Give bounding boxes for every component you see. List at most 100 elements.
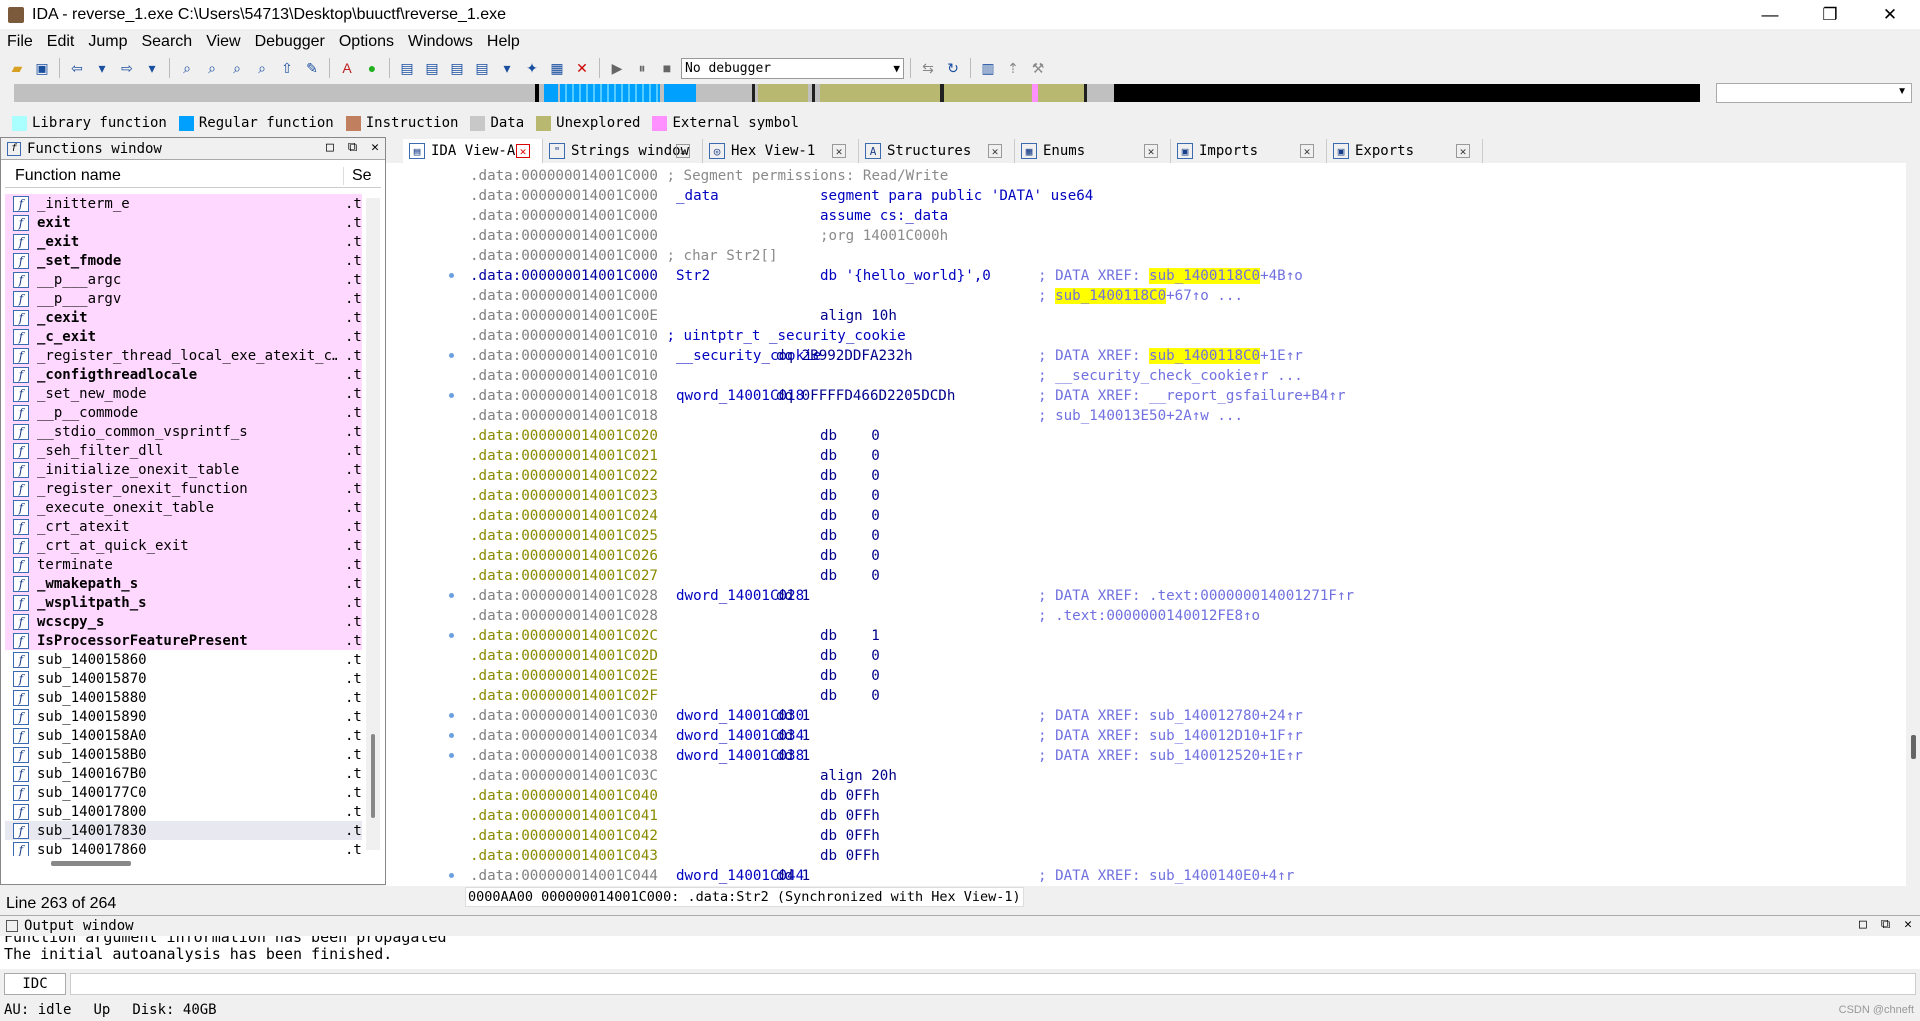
- listing-line[interactable]: .data:000000014001C000 ; sub_1400118C0+67…: [470, 286, 1890, 306]
- function-row[interactable]: f exit .t: [5, 213, 362, 232]
- function-row[interactable]: f _crt_at_quick_exit .t: [5, 536, 362, 555]
- menu-search[interactable]: Search: [134, 33, 199, 51]
- listing-line[interactable]: .data:000000014001C000 _data segment para …: [470, 186, 1890, 206]
- functions-column-header[interactable]: Function name Se: [5, 164, 381, 188]
- function-row[interactable]: f __p___argv .t: [5, 289, 362, 308]
- close-icon[interactable]: ✕: [832, 144, 846, 158]
- open-icon[interactable]: ▰: [6, 57, 28, 79]
- command-input[interactable]: [70, 973, 1916, 995]
- listing-line[interactable]: .data:000000014001C000 ;org 14001C000h: [470, 226, 1890, 246]
- function-row[interactable]: f _crt_atexit .t: [5, 517, 362, 536]
- function-row[interactable]: f sub_1400158A0 .t: [5, 726, 362, 745]
- listing-line[interactable]: .data:000000014001C010 ; __security_check…: [470, 366, 1890, 386]
- float-icon[interactable]: ⧉: [348, 140, 357, 155]
- listing-line[interactable]: .data:000000014001C018 ; sub_140013E50+2A…: [470, 406, 1890, 426]
- function-row[interactable]: f terminate .t: [5, 555, 362, 574]
- function-row[interactable]: f _register_onexit_function .t: [5, 479, 362, 498]
- menu-edit[interactable]: Edit: [40, 33, 82, 51]
- listing-line[interactable]: .data:000000014001C021 db 0: [470, 446, 1890, 466]
- close-icon[interactable]: ✕: [1300, 144, 1314, 158]
- listing-line[interactable]: .data:000000014001C00E align 10h: [470, 306, 1890, 326]
- function-row[interactable]: f _exit .t: [5, 232, 362, 251]
- dropdown-icon[interactable]: ▾: [91, 57, 113, 79]
- function-row[interactable]: f wcscpy_s .t: [5, 612, 362, 631]
- listing-line[interactable]: .data:000000014001C010 __security_cookie d…: [470, 346, 1890, 366]
- close-icon[interactable]: ✕: [516, 144, 530, 158]
- data-icon[interactable]: ▤: [421, 57, 443, 79]
- listing-line[interactable]: .data:000000014001C041 db 0FFh: [470, 806, 1890, 826]
- function-row[interactable]: f sub_140017860 .t: [5, 840, 362, 856]
- function-row[interactable]: f _wmakepath_s .t: [5, 574, 362, 593]
- functions-scrollbar[interactable]: [366, 198, 380, 850]
- tab-hex-view-1[interactable]: ◎ Hex View-1 ✕: [703, 139, 859, 163]
- refresh-icon[interactable]: ↻: [942, 57, 964, 79]
- navigation-band[interactable]: [14, 84, 1700, 102]
- close-icon[interactable]: ✕: [676, 144, 690, 158]
- listing-line[interactable]: .data:000000014001C023 db 0: [470, 486, 1890, 506]
- ida-view-scrollbar[interactable]: [1906, 163, 1920, 886]
- listing-line[interactable]: .data:000000014001C040 db 0FFh: [470, 786, 1890, 806]
- maximize-button[interactable]: ❐: [1800, 0, 1860, 29]
- col-function-name[interactable]: Function name: [15, 167, 121, 185]
- function-row[interactable]: f IsProcessorFeaturePresent .t: [5, 631, 362, 650]
- listing-line[interactable]: .data:000000014001C000 assume cs:_data: [470, 206, 1890, 226]
- function-icon[interactable]: ✦: [521, 57, 543, 79]
- function-row[interactable]: f _set_fmode .t: [5, 251, 362, 270]
- listing-line[interactable]: .data:000000014001C02E db 0: [470, 666, 1890, 686]
- menu-view[interactable]: View: [199, 33, 247, 51]
- struct-icon[interactable]: ▤: [446, 57, 468, 79]
- function-row[interactable]: f sub_1400158B0 .t: [5, 745, 362, 764]
- nav-combo[interactable]: ▼: [1716, 83, 1912, 103]
- listing-line[interactable]: .data:000000014001C000 Str2 db '{hello_wor…: [470, 266, 1890, 286]
- listing-line[interactable]: .data:000000014001C03C align 20h: [470, 766, 1890, 786]
- graph-icon[interactable]: ▦: [546, 57, 568, 79]
- listing-line[interactable]: .data:000000014001C024 db 0: [470, 506, 1890, 526]
- function-row[interactable]: f sub_140015870 .t: [5, 669, 362, 688]
- binoculars-icon[interactable]: ⌕: [176, 57, 198, 79]
- back-icon[interactable]: ⇦: [66, 57, 88, 79]
- xref-highlight[interactable]: sub_1400118C0: [1149, 268, 1261, 284]
- function-row[interactable]: f _seh_filter_dll .t: [5, 441, 362, 460]
- restore-icon[interactable]: □: [1859, 917, 1867, 932]
- function-row[interactable]: f sub_140015860 .t: [5, 650, 362, 669]
- functions-hscrollbar[interactable]: [51, 861, 131, 866]
- tab-ida-view-a[interactable]: ▤ IDA View-A ✕: [403, 139, 543, 163]
- dropdown-icon[interactable]: ▾: [496, 57, 518, 79]
- close-icon[interactable]: ✕: [988, 144, 1002, 158]
- listing-line[interactable]: .data:000000014001C043 db 0FFh: [470, 846, 1890, 866]
- function-row[interactable]: f sub_140017830 .t: [5, 821, 362, 840]
- array-icon[interactable]: ▤: [471, 57, 493, 79]
- close-icon[interactable]: ✕: [371, 140, 379, 155]
- xref-highlight[interactable]: sub_1400118C0: [1055, 288, 1167, 304]
- attach-icon[interactable]: ⇆: [917, 57, 939, 79]
- listing-line[interactable]: .data:000000014001C02C db 1: [470, 626, 1890, 646]
- listing-line[interactable]: .data:000000014001C02F db 0: [470, 686, 1890, 706]
- function-row[interactable]: f _wsplitpath_s .t: [5, 593, 362, 612]
- ida-view-a[interactable]: .data:000000014001C000 ; Segment permiss…: [386, 163, 1906, 886]
- debugger-select[interactable]: No debugger ▼: [681, 57, 904, 79]
- listing-line[interactable]: .data:000000014001C022 db 0: [470, 466, 1890, 486]
- function-row[interactable]: f sub_1400177C0 .t: [5, 783, 362, 802]
- listing-line[interactable]: .data:000000014001C020 db 0: [470, 426, 1890, 446]
- function-row[interactable]: f _cexit .t: [5, 308, 362, 327]
- undefine-icon[interactable]: ✕: [571, 57, 593, 79]
- line-label[interactable]: _data: [676, 186, 719, 206]
- listing-line[interactable]: .data:000000014001C010 ; uintptr_t _secu…: [470, 326, 1890, 346]
- menu-jump[interactable]: Jump: [81, 33, 134, 51]
- xref-highlight[interactable]: sub_1400118C0: [1149, 348, 1261, 364]
- idc-button[interactable]: IDC: [4, 973, 66, 995]
- listing-line[interactable]: .data:000000014001C028 dword_14001C028 dd …: [470, 586, 1890, 606]
- listing-line[interactable]: .data:000000014001C044 dword_14001C044 dd …: [470, 866, 1890, 886]
- restore-icon[interactable]: □: [326, 140, 334, 155]
- listing-line[interactable]: .data:000000014001C027 db 0: [470, 566, 1890, 586]
- function-row[interactable]: f _initterm_e .t: [5, 194, 362, 213]
- function-row[interactable]: f __p__commode .t: [5, 403, 362, 422]
- menu-windows[interactable]: Windows: [401, 33, 480, 51]
- function-row[interactable]: f _c_exit .t: [5, 327, 362, 346]
- tab-exports[interactable]: ▣ Exports ✕: [1327, 139, 1483, 163]
- search-text-icon[interactable]: ⌕: [201, 57, 223, 79]
- function-row[interactable]: f _configthreadlocale .t: [5, 365, 362, 384]
- tab-strings-window[interactable]: " Strings window ✕: [543, 139, 703, 163]
- listing-line[interactable]: .data:000000014001C028 ; .text:0000000140…: [470, 606, 1890, 626]
- play-icon[interactable]: ▶: [606, 57, 628, 79]
